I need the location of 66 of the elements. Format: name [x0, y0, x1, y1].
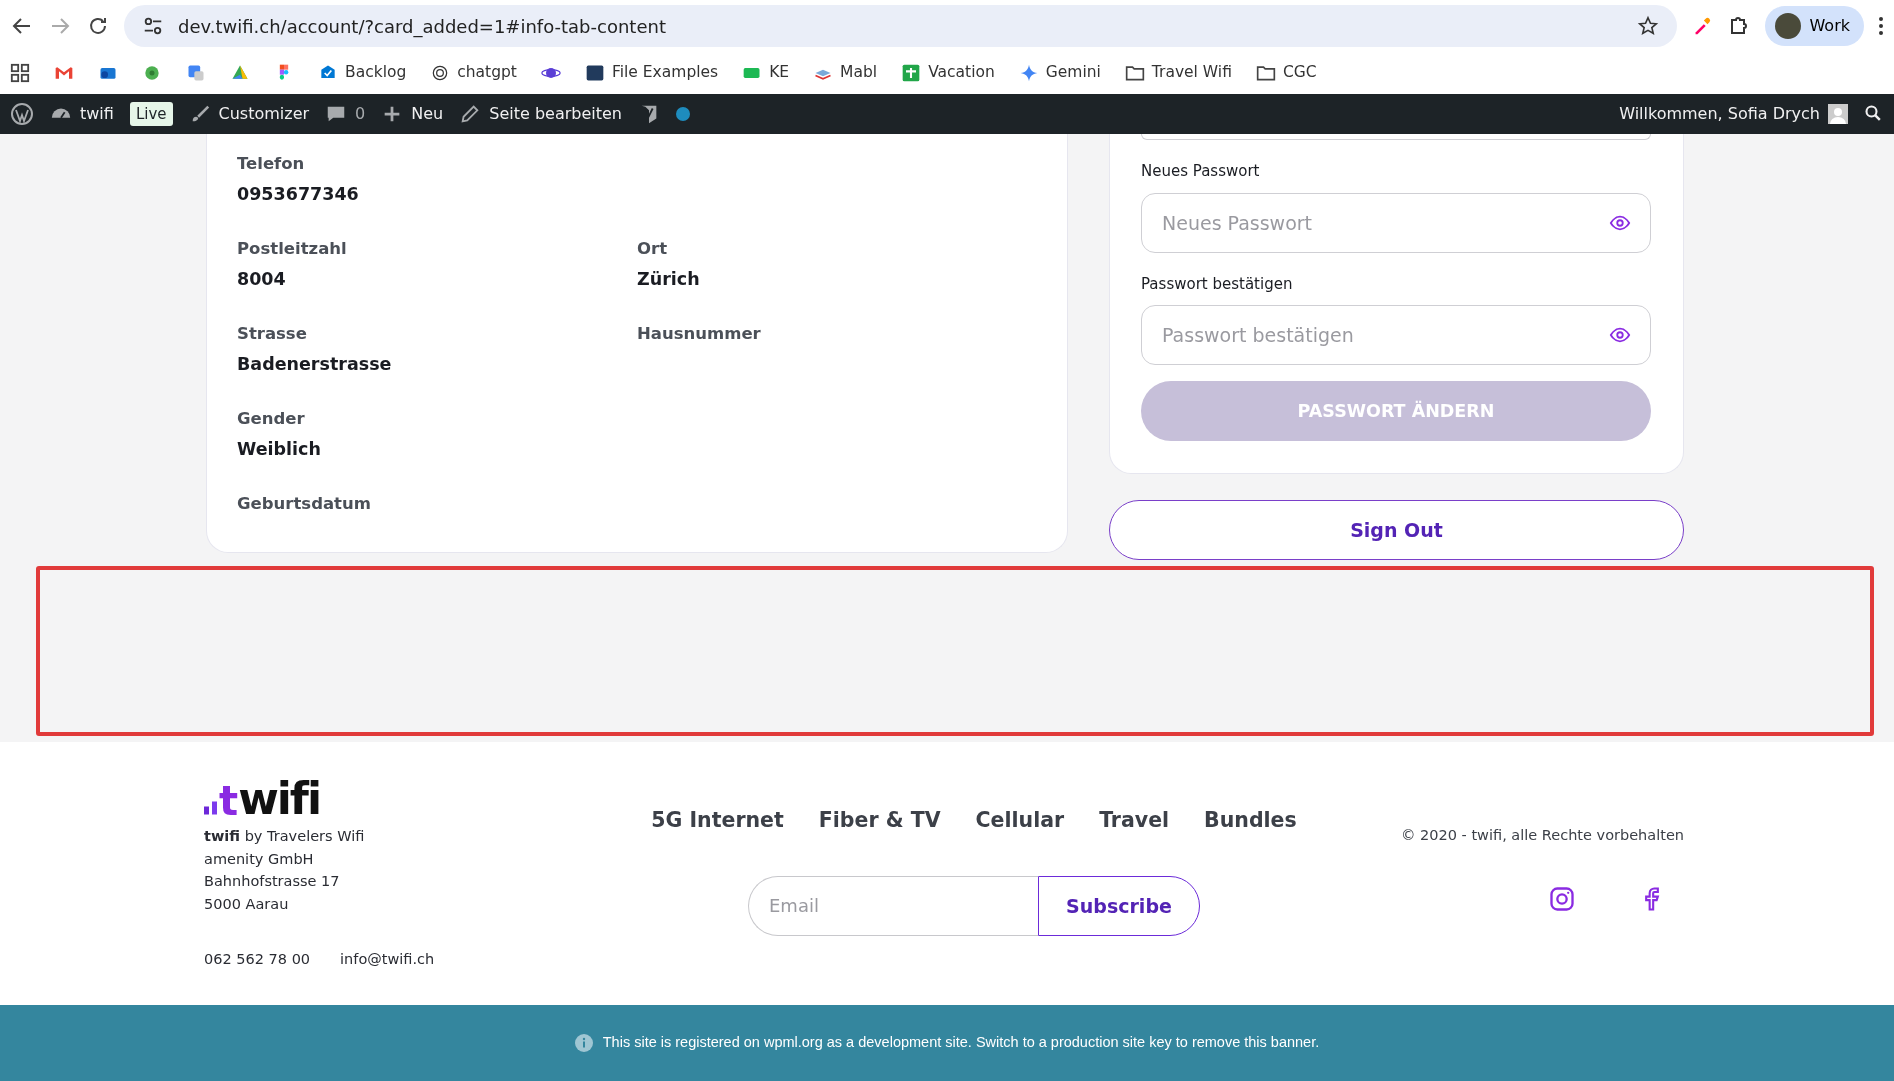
field-value: Weiblich	[237, 438, 322, 461]
footer-nav-link[interactable]: Travel	[1099, 805, 1170, 836]
customizer-link[interactable]: Customizer	[188, 102, 310, 126]
site-link[interactable]: twifi	[50, 102, 114, 126]
star-icon[interactable]	[1637, 15, 1660, 37]
logo-mark: t	[219, 781, 237, 821]
field-label: Strasse	[237, 323, 308, 345]
sign-out-button[interactable]: Sign Out	[1109, 500, 1684, 560]
field-label: Telefon	[237, 153, 306, 175]
password-field[interactable]: Neues Passwort	[1141, 192, 1651, 253]
subscribe-button[interactable]: Subscribe	[1038, 875, 1200, 936]
bookmark[interactable]: Travel Wifi	[1124, 61, 1232, 85]
bookmark[interactable]: File Examples	[584, 61, 719, 85]
email-field[interactable]: Email	[748, 875, 1038, 936]
edit-page-link[interactable]: Seite bearbeiten	[459, 102, 622, 126]
address-line: twifi by Travelers Wifi	[204, 827, 366, 846]
field-value: 0953677346	[237, 183, 360, 206]
phone-link[interactable]: 062 562 78 00	[204, 949, 311, 971]
new-link[interactable]: Neu	[381, 102, 444, 126]
address-line: 5000 Aarau	[204, 894, 290, 914]
footer-nav-link[interactable]: Cellular	[975, 805, 1065, 836]
folder-icon	[1255, 63, 1276, 83]
email-link[interactable]: info@twifi.ch	[340, 949, 435, 971]
profile-button[interactable]: Work	[1765, 6, 1864, 46]
bookmark[interactable]: Mabl	[813, 61, 878, 85]
bookmark[interactable]: chatgpt	[430, 61, 517, 85]
field-value: Badenerstrasse	[237, 353, 393, 376]
comments-link[interactable]: 0	[325, 102, 366, 126]
plus-icon	[901, 63, 922, 83]
footer-nav-link[interactable]: Fiber & TV	[818, 805, 941, 836]
field-label: Geburtsdatum	[237, 493, 372, 515]
avatar-icon	[1828, 104, 1848, 124]
live-badge: Live	[129, 101, 173, 127]
address-line: amenity GmbH	[204, 849, 315, 869]
info-icon	[574, 1034, 593, 1052]
bookmark[interactable]: Vacation	[901, 61, 995, 85]
field-label: Ort	[637, 238, 669, 260]
bookmark[interactable]: Backlog	[318, 61, 407, 85]
more-icon[interactable]	[1878, 15, 1884, 37]
address-bar[interactable]: dev.twifi.ch/account/?card_added=1#info-tab-content	[124, 5, 1678, 47]
avatar-icon	[1775, 13, 1802, 39]
status-dot-icon	[675, 107, 690, 121]
logo-text: wifi	[238, 777, 321, 821]
field-value: 8004	[237, 268, 287, 291]
footer-nav-link[interactable]: Bundles	[1204, 805, 1297, 836]
password-field[interactable]: Passwort bestätigen	[1141, 305, 1651, 365]
address-line: Bahnhofstrasse 17	[204, 872, 341, 891]
bookmark[interactable]: CGC	[1255, 61, 1317, 85]
bookmark[interactable]: KE	[742, 61, 790, 85]
folder-icon	[1124, 63, 1145, 83]
bookmark[interactable]: Gemini	[1018, 61, 1101, 85]
wordpress-icon[interactable]	[10, 102, 34, 126]
field-label: Hausnummer	[637, 323, 762, 345]
instagram-icon[interactable]	[1548, 884, 1576, 913]
site-settings-icon	[142, 15, 164, 37]
footer-nav-link[interactable]: 5G Internet	[651, 805, 784, 836]
field-label: Gender	[237, 408, 306, 430]
copyright-text: © 2020 - twifi, alle Rechte vorbehalten	[1400, 826, 1684, 845]
field-label: Neues Passwort	[1141, 161, 1261, 182]
field-label: Postleitzahl	[237, 238, 348, 260]
notice-text: This site is registered on wpml.org as a development site. Switch to a production site key to remove this banner.	[602, 1033, 1320, 1053]
field-label: Passwort bestätigen	[1141, 273, 1294, 295]
apps-icon[interactable]	[10, 63, 30, 83]
url-text: dev.twifi.ch/account/?card_added=1#info-tab-content	[178, 14, 667, 40]
field-value: Zürich	[637, 268, 701, 291]
account-link[interactable]: Willkommen, Sofia Drych	[1619, 102, 1848, 126]
